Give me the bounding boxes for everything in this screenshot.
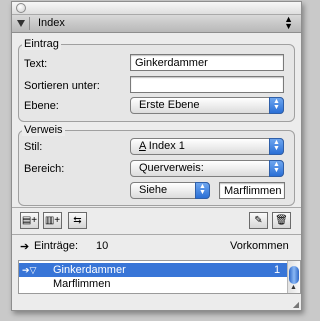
popup-arrows-icon: ▲ ▼ — [195, 182, 210, 199]
arrow-icon: ➔ — [20, 241, 30, 253]
disclosure-triangle-icon[interactable] — [17, 20, 25, 27]
list-item-name: Marflimmen — [53, 278, 111, 290]
list-item-name: Ginkerdammer — [53, 264, 126, 276]
add-entry-button[interactable]: ▤+ — [20, 212, 39, 229]
palette-titlebar[interactable] — [12, 2, 301, 15]
level-value: Erste Ebene — [139, 99, 200, 111]
palette-menu-icon[interactable]: ▲ ▼ — [284, 15, 293, 31]
entries-label: Einträge: — [34, 240, 79, 252]
row-arrow-icon: ➔▽ — [22, 265, 37, 275]
popup-arrows-icon: ▲ ▼ — [269, 138, 284, 155]
range-value: Querverweis: — [139, 162, 204, 174]
style-popup[interactable]: A Index 1 ▲ ▼ — [130, 138, 284, 155]
see-value: Siehe — [139, 184, 168, 196]
range-label: Bereich: — [24, 163, 65, 175]
list-scrollbar[interactable]: ▲ — [287, 261, 300, 293]
list-item-count: 1 — [274, 264, 281, 276]
list-item[interactable]: Marflimmen — [19, 277, 287, 291]
text-field[interactable]: Ginkerdammer — [130, 54, 284, 71]
delete-button[interactable]: 🗑 — [272, 212, 291, 229]
verweis-group-label: Verweis — [22, 124, 65, 136]
popup-arrows-icon: ▲ ▼ — [269, 160, 284, 177]
scroll-up-icon[interactable]: ▲ — [290, 284, 297, 291]
text-label: Text: — [24, 58, 48, 70]
entries-count: 10 — [96, 240, 109, 252]
character-style-icon: A — [139, 140, 146, 152]
style-label: Stil: — [24, 141, 43, 153]
header-separator — [29, 17, 30, 30]
add-reverse-entry-button[interactable]: ▥+ — [43, 212, 62, 229]
resize-grip-icon[interactable]: ◢ — [293, 300, 299, 309]
index-palette: Index ▲ ▼ Eintrag Text: Ginkerdammer Sort… — [11, 1, 302, 311]
eintrag-group-label: Eintrag — [22, 38, 61, 50]
range-popup[interactable]: Querverweis: ▲ ▼ — [130, 160, 284, 177]
crossref-field[interactable]: Marflimmen — [219, 182, 285, 199]
sort-label: Sortieren unter: — [24, 80, 100, 92]
occurrences-header: Vorkommen — [230, 240, 289, 252]
toolbar-bottom-divider — [12, 234, 301, 235]
sort-field[interactable] — [130, 76, 284, 93]
see-popup[interactable]: Siehe ▲ ▼ — [130, 182, 210, 199]
close-icon[interactable] — [16, 3, 26, 13]
toolbar-top-divider — [12, 207, 301, 208]
level-popup[interactable]: Erste Ebene ▲ ▼ — [130, 97, 284, 114]
level-label: Ebene: — [24, 100, 59, 112]
move-entry-button[interactable]: ⇆ — [68, 212, 87, 229]
scrollbar-thumb[interactable] — [289, 266, 299, 284]
palette-header[interactable]: Index ▲ ▼ — [12, 15, 301, 33]
popup-arrows-icon: ▲ ▼ — [269, 97, 284, 114]
edit-button[interactable]: ✎ — [249, 212, 268, 229]
palette-title: Index — [38, 17, 65, 29]
list-item[interactable]: ➔▽ Ginkerdammer 1 — [19, 263, 287, 277]
entries-list[interactable]: ➔▽ Ginkerdammer 1 Marflimmen ▲ — [18, 260, 301, 294]
style-value: Index 1 — [148, 140, 185, 152]
